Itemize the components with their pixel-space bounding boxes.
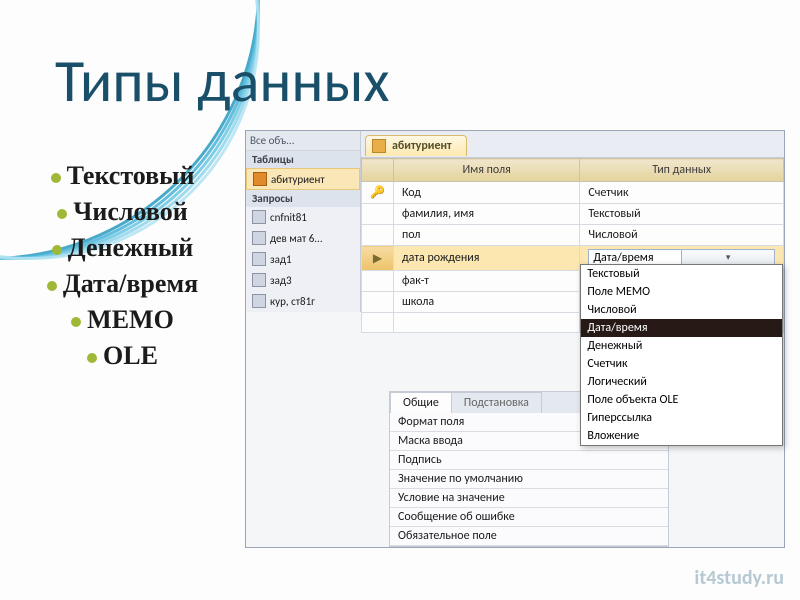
nav-table-item[interactable]: абитуриент — [246, 168, 360, 190]
bullet-list: Текстовый Числовой Денежный Дата/время М… — [0, 155, 245, 377]
field-name-cell[interactable]: фак-т — [393, 271, 579, 292]
field-type-cell[interactable]: Счетчик — [580, 182, 784, 204]
field-name-cell[interactable]: Код — [393, 182, 579, 204]
dropdown-option[interactable]: Логический — [581, 373, 782, 391]
table-icon — [372, 139, 386, 153]
dropdown-option[interactable]: Счетчик — [581, 355, 782, 373]
bullet-item: Денежный — [0, 233, 245, 263]
field-name-cell[interactable]: фамилия, имя — [393, 204, 579, 225]
tab-label: абитуриент — [392, 139, 452, 153]
property-row[interactable]: Условие на значение — [390, 489, 668, 508]
property-row[interactable]: Обязательное поле — [390, 527, 668, 546]
bullet-item: Дата/время — [0, 269, 245, 299]
design-view: абитуриент Имя поля Тип данных 🔑 Код Сче… — [361, 131, 784, 547]
type-dropdown[interactable]: Текстовый Поле МЕМО Числовой Дата/время … — [580, 264, 783, 446]
dropdown-option[interactable]: Поле объекта OLE — [581, 391, 782, 409]
slide-title: Типы данных — [55, 45, 389, 118]
nav-query-item[interactable]: cnfnit81 — [246, 207, 360, 228]
field-type-cell[interactable]: Текстовый — [580, 204, 784, 225]
object-tab-bar: абитуриент — [361, 131, 784, 158]
field-row[interactable]: пол Числовой — [362, 225, 784, 246]
field-name-cell[interactable]: школа — [393, 292, 579, 313]
query-icon — [252, 252, 266, 266]
bullet-item: OLE — [0, 341, 245, 371]
nav-query-item[interactable]: дев мат 6... — [246, 228, 360, 249]
tab-lookup[interactable]: Подстановка — [451, 392, 542, 413]
nav-query-item[interactable]: зад3 — [246, 270, 360, 291]
watermark: it4study.ru — [694, 566, 784, 590]
field-name-cell[interactable]: дата рождения — [393, 246, 579, 271]
dropdown-option[interactable]: Поле МЕМО — [581, 283, 782, 301]
col-field-name[interactable]: Имя поля — [393, 159, 579, 182]
nav-header[interactable]: Все объ... — [246, 131, 360, 151]
primary-key-icon: 🔑 — [362, 182, 394, 204]
field-name-cell[interactable]: пол — [393, 225, 579, 246]
dropdown-option-selected[interactable]: Дата/время — [581, 319, 782, 337]
nav-query-item[interactable]: зад1 — [246, 249, 360, 270]
access-window: Все объ... Таблицы абитуриент Запросы cn… — [245, 130, 785, 548]
nav-item-label: абитуриент — [271, 173, 325, 186]
nav-pane: Все объ... Таблицы абитуриент Запросы cn… — [246, 131, 361, 312]
property-row[interactable]: Значение по умолчанию — [390, 470, 668, 489]
query-icon — [252, 231, 266, 245]
field-type-cell[interactable]: Числовой — [580, 225, 784, 246]
query-icon — [252, 273, 266, 287]
field-row[interactable]: фамилия, имя Текстовый — [362, 204, 784, 225]
field-type-cell[interactable]: Дата/время ▾ Текстовый Поле МЕМО Числово… — [580, 246, 784, 271]
table-icon — [253, 172, 267, 186]
row-selector-header — [362, 159, 394, 182]
dropdown-option[interactable]: Денежный — [581, 337, 782, 355]
field-row[interactable]: 🔑 Код Счетчик — [362, 182, 784, 204]
property-row[interactable]: Подпись — [390, 451, 668, 470]
dropdown-option[interactable]: Гиперссылка — [581, 409, 782, 427]
dropdown-option[interactable]: Числовой — [581, 301, 782, 319]
field-row-selected[interactable]: ▶ дата рождения Дата/время ▾ Текстовый П… — [362, 246, 784, 271]
nav-group-tables[interactable]: Таблицы — [246, 151, 360, 168]
property-row[interactable]: Сообщение об ошибке — [390, 508, 668, 527]
dropdown-option[interactable]: Текстовый — [581, 265, 782, 283]
nav-query-item[interactable]: кур, ст81г — [246, 291, 360, 312]
bullet-item: МЕМО — [0, 305, 245, 335]
query-icon — [252, 210, 266, 224]
bullet-item: Числовой — [0, 197, 245, 227]
col-data-type[interactable]: Тип данных — [580, 159, 784, 182]
nav-group-queries[interactable]: Запросы — [246, 190, 360, 207]
dropdown-option[interactable]: Вложение — [581, 427, 782, 445]
bullet-item: Текстовый — [0, 161, 245, 191]
query-icon — [252, 294, 266, 308]
field-grid: Имя поля Тип данных 🔑 Код Счетчик фамили… — [361, 158, 784, 333]
object-tab[interactable]: абитуриент — [365, 135, 467, 156]
tab-general[interactable]: Общие — [390, 392, 452, 413]
